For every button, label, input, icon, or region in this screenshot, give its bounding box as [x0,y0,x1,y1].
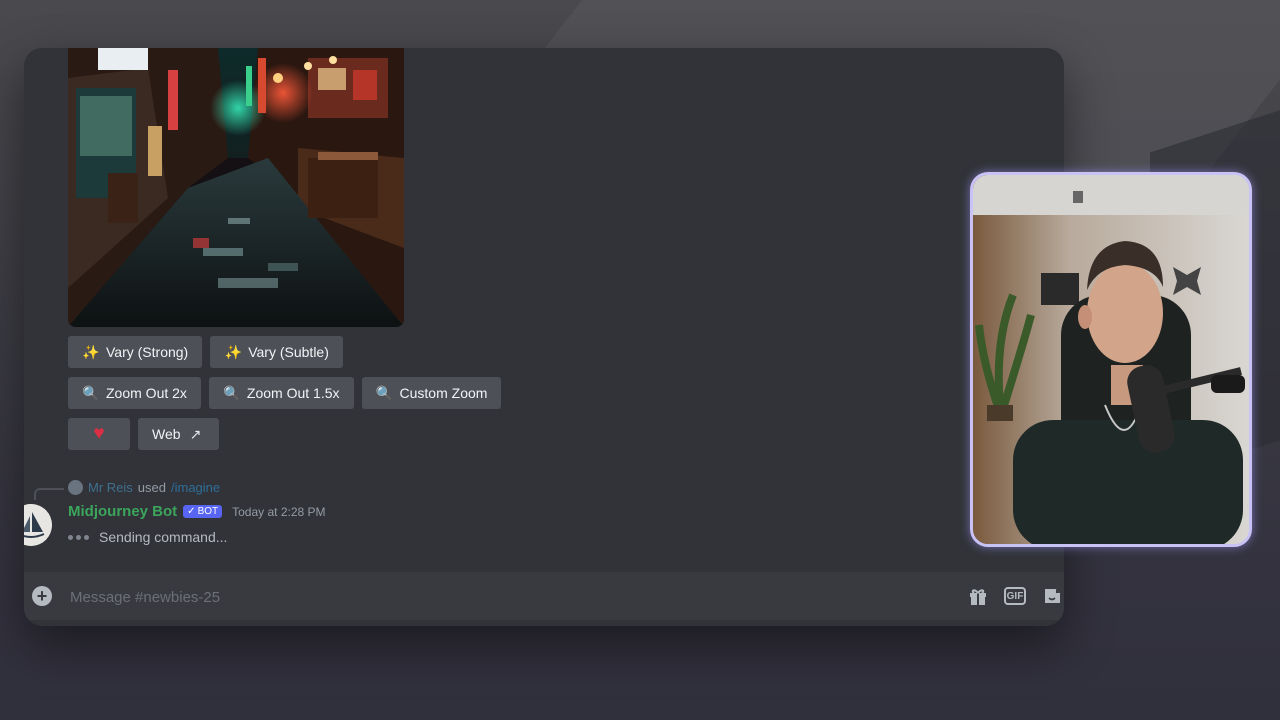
message-input[interactable] [68,584,872,610]
sparkle-icon: ✨ [82,343,100,360]
vary-subtle-label: Vary (Subtle) [248,344,329,360]
magnifier-icon: 🔍 [223,384,241,401]
bot-avatar[interactable] [24,504,52,546]
zoom-out-2x-label: Zoom Out 2x [106,385,187,401]
message-timestamp: Today at 2:28 PM [232,504,326,519]
loading-dots-icon [68,534,89,540]
magnifier-icon: 🔍 [375,384,394,401]
neon-alley-image [68,48,404,327]
sparkle-icon: ✨ [224,343,242,360]
reply-context[interactable]: Mr Reis used /imagine [68,480,220,495]
zoom-out-1-5x-button[interactable]: 🔍 Zoom Out 1.5x [208,377,354,409]
web-label: Web [152,426,181,442]
discord-chat-window: ✨ Vary (Strong) ✨ Vary (Subtle) 🔍 Zoom O… [24,48,1064,626]
composer-icons: GIF [966,584,1064,608]
zoom-out-2x-button[interactable]: 🔍 Zoom Out 2x [68,377,201,409]
generated-image-attachment[interactable] [68,48,404,327]
webcam-overlay [970,172,1252,547]
vary-strong-label: Vary (Strong) [106,344,189,360]
magnifier-icon: 🔍 [82,384,100,401]
message-composer: + GIF [24,572,1064,620]
zoom-out-1-5x-label: Zoom Out 1.5x [246,385,340,401]
sending-status-text: Sending command... [99,529,228,545]
bot-username[interactable]: Midjourney Bot [68,503,177,520]
reply-verb: used [137,480,166,495]
vary-strong-button[interactable]: ✨ Vary (Strong) [68,336,203,368]
bot-badge-label: BOT [197,506,219,517]
external-link-icon: ↗ [189,425,202,442]
custom-zoom-button[interactable]: 🔍 Custom Zoom [361,377,502,409]
add-attachment-icon[interactable]: + [32,586,52,606]
streamer-camera-feed [973,175,1249,544]
variation-button-row: ✨ Vary (Strong) ✨ Vary (Subtle) [68,336,343,368]
sending-status: Sending command... [68,529,227,545]
action-button-row: ♥ Web ↗ [68,418,219,450]
verified-check-icon: ✓ [187,506,196,517]
sticker-icon[interactable] [1040,584,1064,608]
message-header: Midjourney Bot ✓ BOT Today at 2:28 PM [68,503,326,520]
reply-connector [34,488,64,500]
vary-subtle-button[interactable]: ✨ Vary (Subtle) [210,336,343,368]
reply-command[interactable]: /imagine [171,480,220,495]
zoom-button-row: 🔍 Zoom Out 2x 🔍 Zoom Out 1.5x 🔍 Custom Z… [68,377,502,409]
favorite-button[interactable]: ♥ [68,418,130,450]
custom-zoom-label: Custom Zoom [399,385,488,401]
gif-icon[interactable]: GIF [1004,587,1026,605]
web-link-button[interactable]: Web ↗ [138,418,219,450]
gift-icon[interactable] [966,584,990,608]
reply-username[interactable]: Mr Reis [88,480,133,495]
bot-badge: ✓ BOT [183,505,223,518]
sailboat-icon [24,504,52,546]
heart-icon: ♥ [93,423,105,444]
user-avatar [68,480,83,495]
